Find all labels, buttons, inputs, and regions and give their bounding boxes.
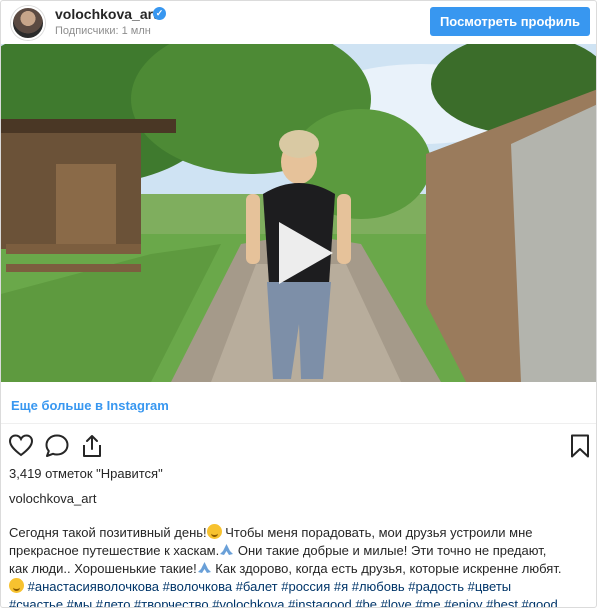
caption-text: Чтобы меня порадовать, мои друзья устрои… — [221, 525, 533, 540]
post-caption: Сегодня такой позитивный день! Чтобы мен… — [9, 524, 595, 607]
video-player[interactable] — [1, 44, 596, 382]
praying-hands-icon — [197, 562, 211, 573]
heart-icon[interactable] — [8, 433, 34, 459]
post-header: volochkova_art ✓ Подписчики: 1 млн Посмо… — [1, 1, 596, 43]
share-icon[interactable] — [79, 433, 105, 459]
caption-text: Они такие добрые и милые! Эти точно не п… — [234, 543, 547, 558]
praying-hands-icon — [220, 544, 234, 555]
hashtags[interactable]: #счастье #мы #лето #творчество #volochko… — [9, 597, 558, 607]
smile-emoji-icon — [206, 524, 222, 539]
comment-icon[interactable] — [44, 433, 70, 459]
view-profile-button[interactable]: Посмотреть профиль — [430, 7, 590, 36]
caption-text: как люди.. Хорошенькие такие! — [9, 561, 197, 576]
instagram-embed-card: volochkova_art ✓ Подписчики: 1 млн Посмо… — [0, 0, 597, 608]
caption-text: Сегодня такой позитивный день! — [9, 525, 207, 540]
video-frame — [1, 44, 596, 382]
caption-line: как люди.. Хорошенькие такие! Как здоров… — [9, 560, 595, 578]
post-author[interactable]: volochkova_art — [9, 491, 96, 506]
caption-line: Сегодня такой позитивный день! Чтобы мен… — [9, 524, 595, 542]
caption-line: #счастье #мы #лето #творчество #volochko… — [9, 596, 595, 607]
hashtags[interactable]: #анастасияволочкова #волочкова #балет #р… — [24, 579, 512, 594]
smile-emoji-icon — [9, 578, 24, 593]
more-on-instagram-link[interactable]: Еще больше в Instagram — [11, 398, 169, 413]
caption-line: #анастасияволочкова #волочкова #балет #р… — [9, 578, 595, 596]
caption-line: прекрасное путешествие к хаскам. Они так… — [9, 542, 595, 560]
caption-text: прекрасное путешествие к хаскам. — [9, 543, 220, 558]
followers-count: Подписчики: 1 млн — [55, 25, 151, 37]
username[interactable]: volochkova_art — [55, 6, 158, 22]
bookmark-icon[interactable] — [567, 433, 593, 459]
avatar[interactable] — [11, 6, 45, 40]
play-icon[interactable] — [271, 222, 333, 284]
verified-badge-icon: ✓ — [153, 7, 166, 20]
likes-count[interactable]: 3,419 отметок "Нравится" — [9, 466, 163, 481]
divider — [1, 423, 596, 424]
caption-text: Как здорово, когда есть друзья, которые … — [211, 561, 562, 576]
